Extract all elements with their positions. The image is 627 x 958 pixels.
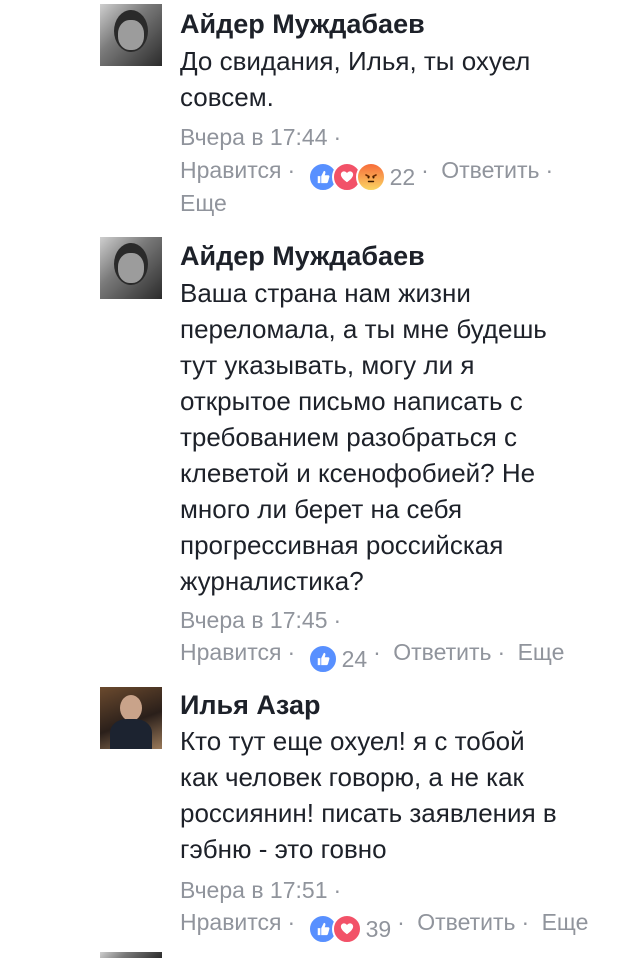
comment-line: гэбню - это говно [180,834,387,864]
angry-icon [355,162,386,192]
avatar[interactable] [100,687,162,749]
avatar[interactable] [100,4,162,66]
more-button[interactable]: Еще [542,909,589,935]
timestamp[interactable]: Вчера в 17:51 [180,877,328,903]
like-button[interactable]: Нравится [180,639,282,665]
avatar[interactable] [100,237,162,299]
more-button[interactable]: Еще [518,639,565,665]
reply-button[interactable]: Ответить [417,909,515,935]
comment-line: переломала, а ты мне будешь [180,314,547,344]
timestamp[interactable]: Вчера в 17:44 [180,124,328,150]
comment-line: клеветой и ксенофобией? Не [180,458,536,488]
comment-actions: Нравится · 24 · Ответить · Еще [180,635,564,676]
like-icon [307,644,338,674]
reaction-count: 39 [365,916,392,942]
reaction-summary[interactable]: 24 [307,642,368,676]
comment-line: много ли берет на себя [180,494,463,524]
comment-line: прогрессивная российская [180,530,504,560]
comment-line: как человек говорю, а не как [180,762,524,792]
comment-actions: Нравится · 39 · Ответить · Еще [180,905,588,946]
comment-line: Ваша страна нам жизни [180,278,471,308]
comment-meta: Вчера в 17:51 · [180,877,342,903]
comment-line: открытое письмо написать с [180,386,523,416]
comment-author[interactable]: Айдер Муждабаев [180,240,425,272]
comment-text: До свидания, Илья, ты охуел совсем. [180,43,620,115]
comment-line: требованием разобраться с [180,422,518,452]
comment-text: Ваша страна нам жизни переломала, а ты м… [180,275,620,599]
comment-author[interactable]: Илья Азар [180,689,320,721]
comment-line: До свидания, Илья, ты охуел [180,46,531,76]
comment-line: россиянин! писать заявления в [180,798,557,828]
reaction-count: 22 [389,164,416,190]
reply-button[interactable]: Ответить [441,157,539,183]
comment-line: журналистика? [180,566,364,596]
love-icon [331,914,362,944]
comment-line: Кто тут еще охуел! я с тобой [180,726,525,756]
comment-line: совсем. [180,82,274,112]
reaction-summary[interactable]: 22 [307,160,416,194]
reply-button[interactable]: Ответить [393,639,491,665]
comment-author[interactable]: Айдер Муждабаев [180,8,425,40]
reaction-count: 24 [341,646,368,672]
comment-line: тут указывать, могу ли я [180,350,475,380]
more-button[interactable]: Еще [180,190,227,216]
reaction-summary[interactable]: 39 [307,912,392,946]
comment-actions: Нравится · 22 · Ответить · [180,153,559,194]
timestamp[interactable]: Вчера в 17:45 [180,607,328,633]
comment-meta: Вчера в 17:45 · [180,607,342,633]
comment-meta: Вчера в 17:44 · [180,124,342,150]
avatar[interactable] [100,952,162,958]
like-button[interactable]: Нравится [180,157,282,183]
like-button[interactable]: Нравится [180,909,282,935]
comment-text: Кто тут еще охуел! я с тобой как человек… [180,723,620,867]
comment-actions-more: Еще [180,186,227,220]
